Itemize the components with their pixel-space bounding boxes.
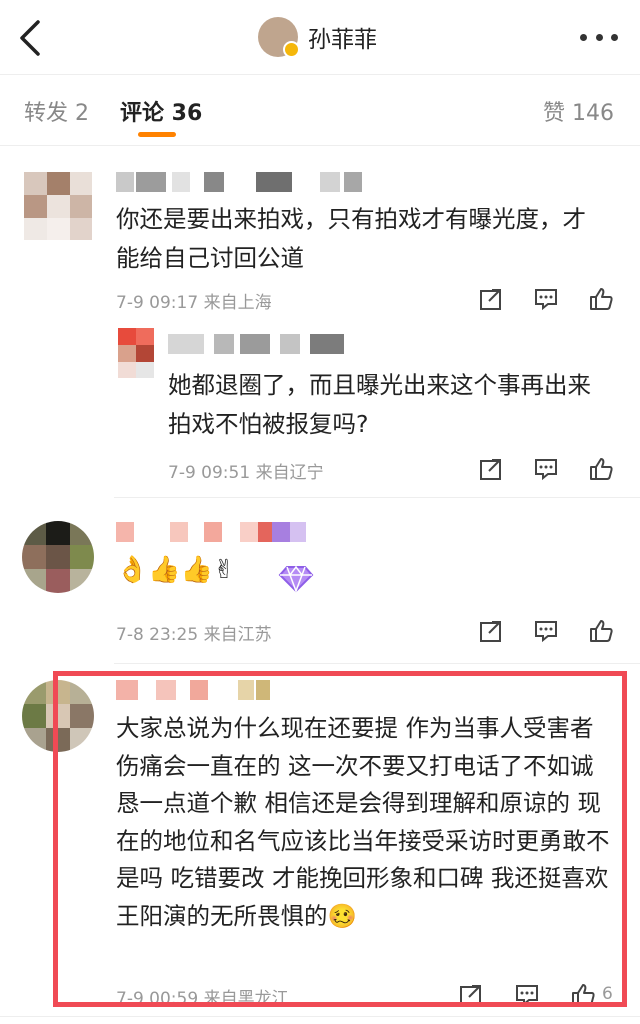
- reply-meta: 7-9 09:51 来自辽宁: [168, 463, 324, 483]
- like-thumb-icon[interactable]: [588, 286, 614, 312]
- emoji-reply-text: 👌👍👍✌: [116, 555, 235, 585]
- username: 孙菲菲: [308, 27, 377, 53]
- username-blurred[interactable]: [116, 172, 366, 194]
- comment-icon[interactable]: [533, 286, 559, 312]
- like-thumb-icon[interactable]: [588, 618, 614, 644]
- comment-actions: [478, 286, 618, 316]
- tab-likes[interactable]: 赞 146: [543, 95, 614, 127]
- avatar[interactable]: [22, 521, 94, 593]
- active-tab-indicator: [138, 132, 176, 137]
- comment-meta: 7-9 09:17 来自上海: [116, 293, 272, 313]
- like-thumb-icon[interactable]: [588, 456, 614, 482]
- top-bar: 孙菲菲: [0, 0, 640, 75]
- username-blurred[interactable]: [116, 522, 316, 544]
- comment-icon[interactable]: [533, 618, 559, 644]
- more-dots-icon[interactable]: [580, 34, 618, 42]
- tab-reposts[interactable]: 转发 2: [24, 95, 89, 127]
- comment-icon[interactable]: [533, 456, 559, 482]
- comment-actions: [478, 618, 618, 648]
- tab-comments[interactable]: 评论 36: [120, 95, 202, 127]
- profile-title[interactable]: 孙菲菲: [258, 14, 377, 60]
- reply-text: 她都退圈了，而且曝光出来这个事再出来拍戏不怕被报复吗?: [168, 371, 591, 438]
- divider: [114, 497, 640, 498]
- divider: [0, 1016, 640, 1017]
- back-chevron-icon[interactable]: [14, 18, 50, 58]
- divider: [114, 663, 640, 664]
- vip-badge-icon: [278, 563, 314, 600]
- tab-bar: 转发 2 评论 36 赞 146: [0, 75, 640, 146]
- reply-username-blurred[interactable]: [168, 334, 348, 356]
- highlight-box: [53, 671, 627, 1007]
- share-icon[interactable]: [478, 456, 504, 482]
- avatar[interactable]: [258, 17, 300, 58]
- reply-actions: [478, 456, 618, 486]
- comment-text: 你还是要出来拍戏，只有拍戏才有曝光度，才能给自己讨回公道: [116, 205, 586, 272]
- share-icon[interactable]: [478, 286, 504, 312]
- reply-avatar[interactable]: [118, 328, 154, 378]
- comment-meta: 7-8 23:25 来自江苏: [116, 625, 272, 645]
- share-icon[interactable]: [478, 618, 504, 644]
- avatar[interactable]: [24, 172, 92, 240]
